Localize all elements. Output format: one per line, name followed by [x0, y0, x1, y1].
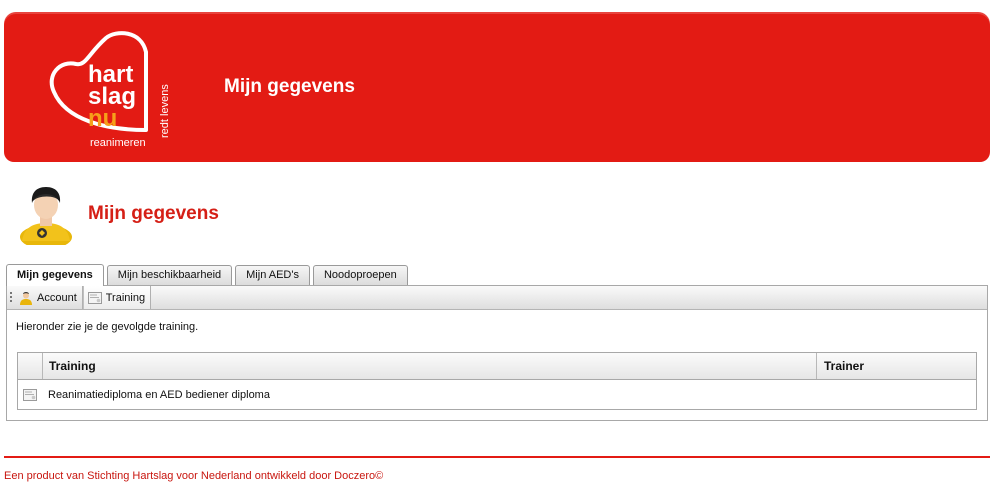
intro-text: Hieronder zie je de gevolgde training. — [16, 321, 199, 333]
footer-divider — [4, 456, 990, 458]
table-row[interactable]: Reanimatiediploma en AED bediener diplom… — [18, 380, 976, 410]
tab-mijn-aeds[interactable]: Mijn AED's — [235, 265, 310, 285]
footer-text: Een product van Stichting Hartslag voor … — [4, 470, 384, 482]
row-icon-cell — [18, 389, 42, 401]
certificate-icon — [23, 389, 37, 401]
tab-mijn-gegevens[interactable]: Mijn gegevens — [6, 264, 104, 286]
tab-noodoproepen[interactable]: Noodoproepen — [312, 265, 408, 285]
logo-text-nu: nu — [88, 105, 117, 132]
header-title: Mijn gegevens — [224, 76, 355, 97]
header-icon-column — [18, 353, 43, 379]
main-tabs: Mijn gegevens Mijn beschikbaarheid Mijn … — [6, 264, 408, 286]
tab-mijn-beschikbaarheid[interactable]: Mijn beschikbaarheid — [106, 265, 233, 285]
certificate-icon — [87, 291, 102, 304]
user-avatar-icon — [20, 187, 72, 245]
table-header: Training Trainer — [18, 353, 976, 380]
sub-toolbar: Account Training — [7, 286, 987, 310]
site-header: hart slag nu reanimeren redt levens Mijn… — [4, 12, 990, 162]
column-header-trainer[interactable]: Trainer — [817, 353, 976, 379]
subtab-training[interactable]: Training — [82, 286, 152, 309]
logo-tagline: reanimeren — [90, 137, 146, 149]
tab-panel: Account Training Hieronder zie je de gev… — [6, 285, 988, 421]
toolbar-grip[interactable] — [7, 286, 15, 309]
user-icon — [20, 291, 32, 305]
hartslag-logo[interactable]: hart slag nu reanimeren redt levens — [46, 30, 196, 160]
training-table: Training Trainer Reanimatiediploma en AE… — [17, 352, 977, 410]
subtab-training-label: Training — [105, 291, 146, 304]
column-header-training[interactable]: Training — [43, 353, 817, 379]
subtab-account-label: Account — [37, 291, 77, 304]
page-title: Mijn gegevens — [88, 203, 219, 224]
subtab-account[interactable]: Account — [15, 286, 83, 309]
cell-training: Reanimatiediploma en AED bediener diplom… — [48, 389, 270, 401]
logo-vertical-text: redt levens — [159, 84, 171, 138]
